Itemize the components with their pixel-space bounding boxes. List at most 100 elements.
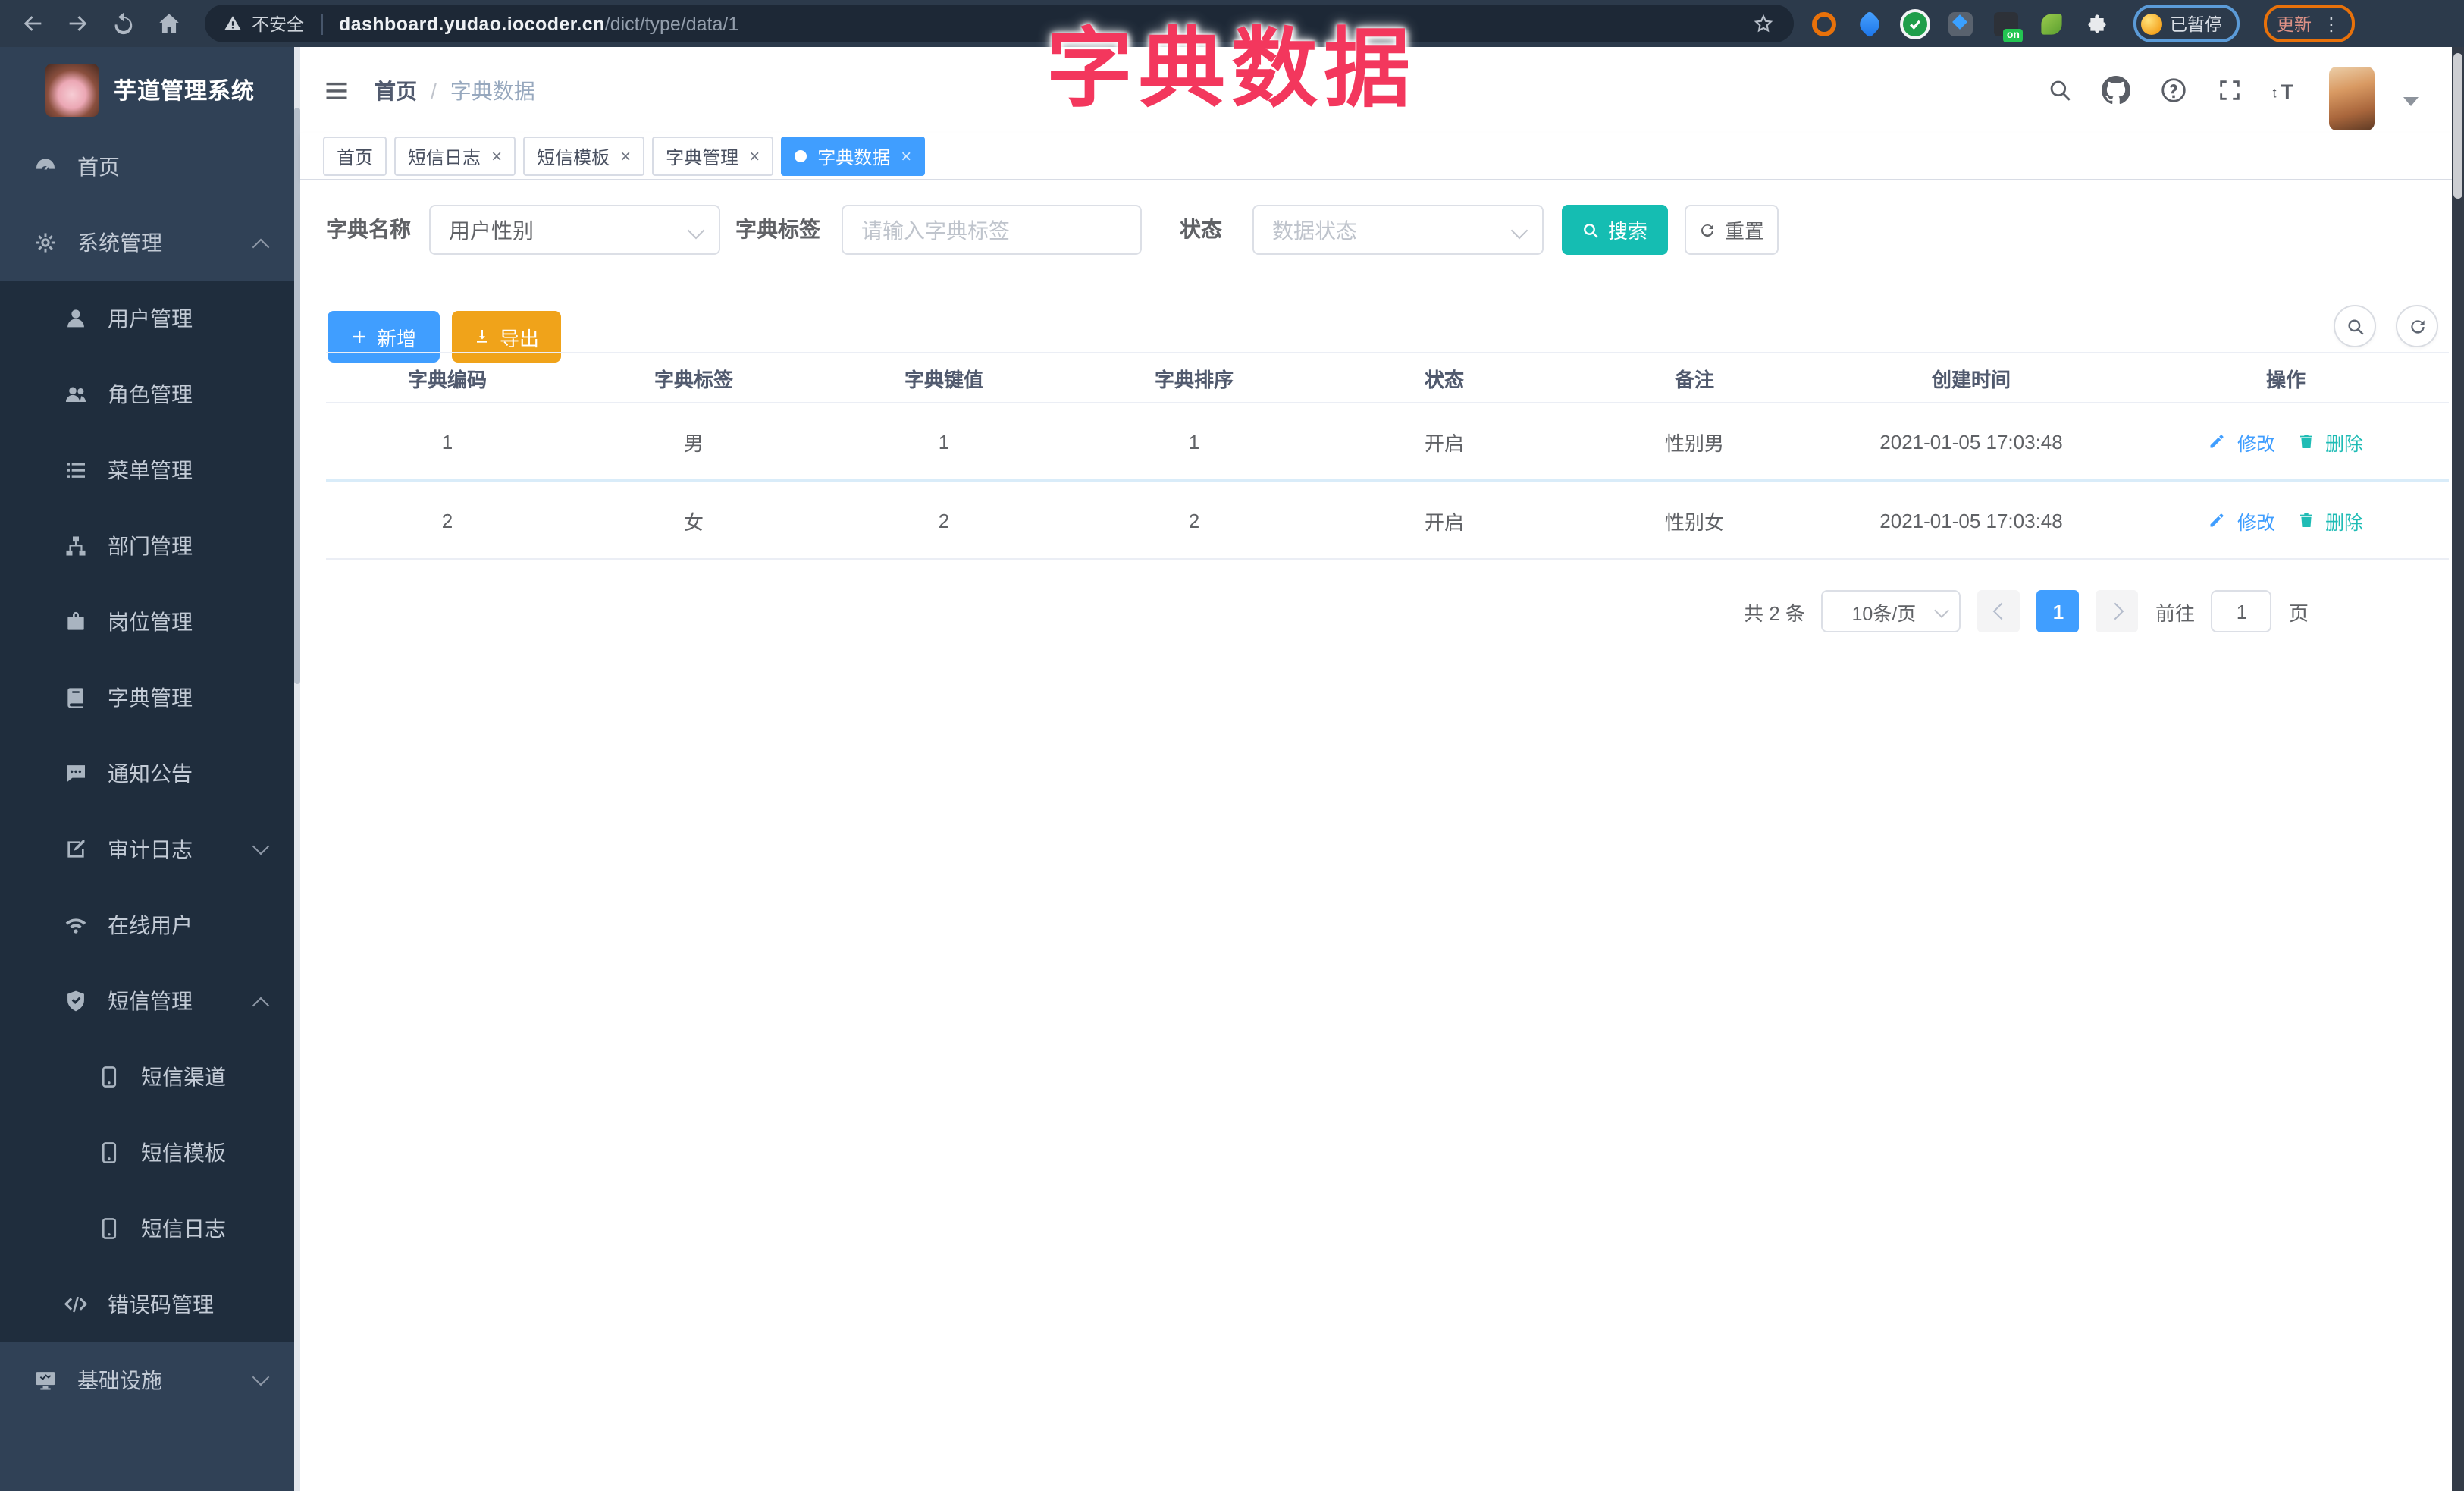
breadcrumb: 首页 / 字典数据 bbox=[375, 75, 535, 105]
sidebar-item-dict-management[interactable]: 字典管理 bbox=[0, 660, 300, 736]
sidebar-item-online-users[interactable]: 在线用户 bbox=[0, 887, 300, 963]
search-button[interactable]: 搜索 bbox=[1562, 205, 1668, 255]
tab-close-icon[interactable]: × bbox=[749, 147, 760, 165]
table-cell-label: 女 bbox=[569, 481, 819, 560]
sidebar-item-sms-log[interactable]: 短信日志 bbox=[0, 1191, 300, 1267]
extension-toggle-icon[interactable] bbox=[1948, 11, 1973, 36]
next-page-button[interactable] bbox=[2096, 590, 2139, 632]
column-header: 字典标签 bbox=[569, 352, 819, 403]
app-logo-row[interactable]: 芋道管理系统 bbox=[0, 47, 300, 132]
chevron-up-icon bbox=[252, 996, 270, 1014]
table-cell-actions: 修改 删除 bbox=[2123, 403, 2449, 482]
chevron-down-icon[interactable] bbox=[2403, 96, 2419, 105]
sidebar-item-menu-management[interactable]: 菜单管理 bbox=[0, 432, 300, 508]
help-icon[interactable] bbox=[2159, 76, 2188, 105]
security-label[interactable]: 不安全 bbox=[252, 11, 304, 36]
search-circle-button[interactable] bbox=[2334, 305, 2376, 347]
sidebar-item-error-code-management[interactable]: 错误码管理 bbox=[0, 1267, 300, 1342]
search-icon[interactable] bbox=[2047, 77, 2073, 103]
forward-icon[interactable] bbox=[65, 11, 91, 36]
sidebar-menu: 首页系统管理用户管理角色管理菜单管理部门管理 岗位管理 字典管理 通知公告 审计日志 在线… bbox=[0, 129, 300, 1418]
table-cell-remark: 性别男 bbox=[1569, 403, 1820, 482]
tab-label: 字典管理 bbox=[666, 146, 739, 168]
home-icon[interactable] bbox=[156, 11, 182, 36]
sidebar-scrollbar[interactable] bbox=[294, 47, 300, 1491]
extension-blue-icon[interactable] bbox=[1855, 9, 1884, 38]
sidebar-item-post-management[interactable]: 岗位管理 bbox=[0, 584, 300, 660]
hamburger-icon[interactable] bbox=[323, 77, 350, 104]
user-avatar[interactable] bbox=[2329, 66, 2375, 130]
data-table: 字典编码 字典标签 字典键值 字典排序 状态 备注 创建时间 操作 1 男 1 1 开启 性别男 2021… bbox=[326, 352, 2449, 560]
page-scrollbar[interactable] bbox=[2452, 47, 2464, 1491]
url-path: /dict/type/data/1 bbox=[604, 13, 739, 34]
tab-close-icon[interactable]: × bbox=[901, 147, 911, 165]
address-bar[interactable]: 不安全 dashboard.yudao.iocoder.cn/dict/type… bbox=[205, 5, 1794, 42]
tab-dict-data[interactable]: 字典数据 × bbox=[781, 137, 926, 176]
tab-sms-template[interactable]: 短信模板 × bbox=[523, 137, 645, 176]
kebab-menu-icon[interactable]: ⋮ bbox=[2322, 14, 2340, 33]
table-cell-remark: 性别女 bbox=[1569, 481, 1820, 560]
table-cell-value: 2 bbox=[819, 481, 1069, 560]
table-cell-created: 2021-01-05 17:03:48 bbox=[1820, 481, 2123, 560]
edit-link[interactable]: 修改 bbox=[2209, 506, 2275, 535]
sidebar-item-user-management[interactable]: 用户管理 bbox=[0, 281, 300, 356]
tab-close-icon[interactable]: × bbox=[491, 147, 502, 165]
page-number-1[interactable]: 1 bbox=[2036, 590, 2080, 632]
pagination: 共 2 条 10条/页 1 前往 页 bbox=[1744, 590, 2309, 632]
dict-label-input[interactable] bbox=[842, 205, 1142, 255]
edit-link[interactable]: 修改 bbox=[2209, 427, 2275, 456]
reset-button[interactable]: 重置 bbox=[1685, 205, 1779, 255]
goto-input[interactable] bbox=[2211, 590, 2272, 632]
extensions-puzzle-icon[interactable] bbox=[2085, 11, 2109, 36]
sidebar-item-label: 菜单管理 bbox=[108, 458, 193, 482]
prev-page-button[interactable] bbox=[1977, 590, 2020, 632]
sidebar-item-label: 用户管理 bbox=[108, 306, 193, 331]
delete-link[interactable]: 删除 bbox=[2296, 506, 2363, 535]
update-button[interactable]: 更新 ⋮ bbox=[2263, 5, 2354, 42]
menu-icon bbox=[64, 458, 88, 482]
monitor-icon bbox=[33, 1368, 58, 1392]
dict-name-select[interactable]: 用户性别 bbox=[429, 205, 720, 255]
bookmark-star-icon[interactable] bbox=[1751, 11, 1776, 36]
dashboard-icon bbox=[33, 155, 58, 179]
extension-orange-icon[interactable] bbox=[1812, 11, 1836, 36]
tab-dict-management[interactable]: 字典管理 × bbox=[652, 137, 774, 176]
extension-leaf-icon[interactable] bbox=[2041, 13, 2062, 34]
sidebar-item-label: 系统管理 bbox=[77, 231, 162, 255]
page-scrollbar-thumb[interactable] bbox=[2453, 53, 2462, 199]
tab-sms-log[interactable]: 短信日志 × bbox=[394, 137, 516, 176]
tab-label: 首页 bbox=[337, 146, 374, 168]
github-icon[interactable] bbox=[2102, 76, 2130, 105]
font-size-icon[interactable]: tT bbox=[2271, 76, 2300, 105]
table-row[interactable]: 1 男 1 1 开启 性别男 2021-01-05 17:03:48 修改 删除 bbox=[326, 403, 2449, 482]
sidebar-item-role-management[interactable]: 角色管理 bbox=[0, 356, 300, 432]
sidebar-item-infrastructure[interactable]: 基础设施 bbox=[0, 1342, 300, 1418]
delete-link[interactable]: 删除 bbox=[2296, 427, 2363, 456]
sidebar-item-dept-management[interactable]: 部门管理 bbox=[0, 508, 300, 584]
breadcrumb-home[interactable]: 首页 bbox=[375, 75, 417, 105]
paused-extension-pill[interactable]: 已暂停 bbox=[2133, 5, 2239, 42]
sidebar-item-home[interactable]: 首页 bbox=[0, 129, 300, 205]
sidebar-item-audit-log[interactable]: 审计日志 bbox=[0, 811, 300, 887]
status-select[interactable]: 数据状态 bbox=[1252, 205, 1544, 255]
page-content: 字典名称 用户性别 字典标签 状态 数据状态 搜索 重置 bbox=[300, 180, 2452, 1491]
sidebar-item-notice-announcement[interactable]: 通知公告 bbox=[0, 736, 300, 811]
refresh-circle-button[interactable] bbox=[2396, 305, 2438, 347]
sidebar-item-sms-template[interactable]: 短信模板 bbox=[0, 1115, 300, 1191]
sidebar-item-sms-management[interactable]: 短信管理 bbox=[0, 963, 300, 1039]
table-row[interactable]: 2 女 2 2 开启 性别女 2021-01-05 17:03:48 修改 删除 bbox=[326, 481, 2449, 560]
address-url[interactable]: dashboard.yudao.iocoder.cn/dict/type/dat… bbox=[339, 13, 738, 34]
tab-home[interactable]: 首页 bbox=[323, 137, 387, 176]
sidebar-item-sms-channel[interactable]: 短信渠道 bbox=[0, 1039, 300, 1115]
table-cell-code: 1 bbox=[326, 403, 569, 482]
sidebar-item-system-management[interactable]: 系统管理 bbox=[0, 205, 300, 281]
screen: 不安全 dashboard.yudao.iocoder.cn/dict/type… bbox=[0, 0, 2464, 1491]
extension-check-icon[interactable] bbox=[1903, 11, 1927, 36]
page-size-select[interactable]: 10条/页 bbox=[1821, 590, 1961, 632]
tab-close-icon[interactable]: × bbox=[620, 147, 631, 165]
extension-on-badge-icon[interactable] bbox=[1994, 11, 2023, 42]
fullscreen-icon[interactable] bbox=[2217, 77, 2243, 103]
back-icon[interactable] bbox=[20, 11, 45, 36]
reload-icon[interactable] bbox=[111, 11, 136, 36]
sidebar-scrollbar-thumb[interactable] bbox=[294, 108, 300, 684]
